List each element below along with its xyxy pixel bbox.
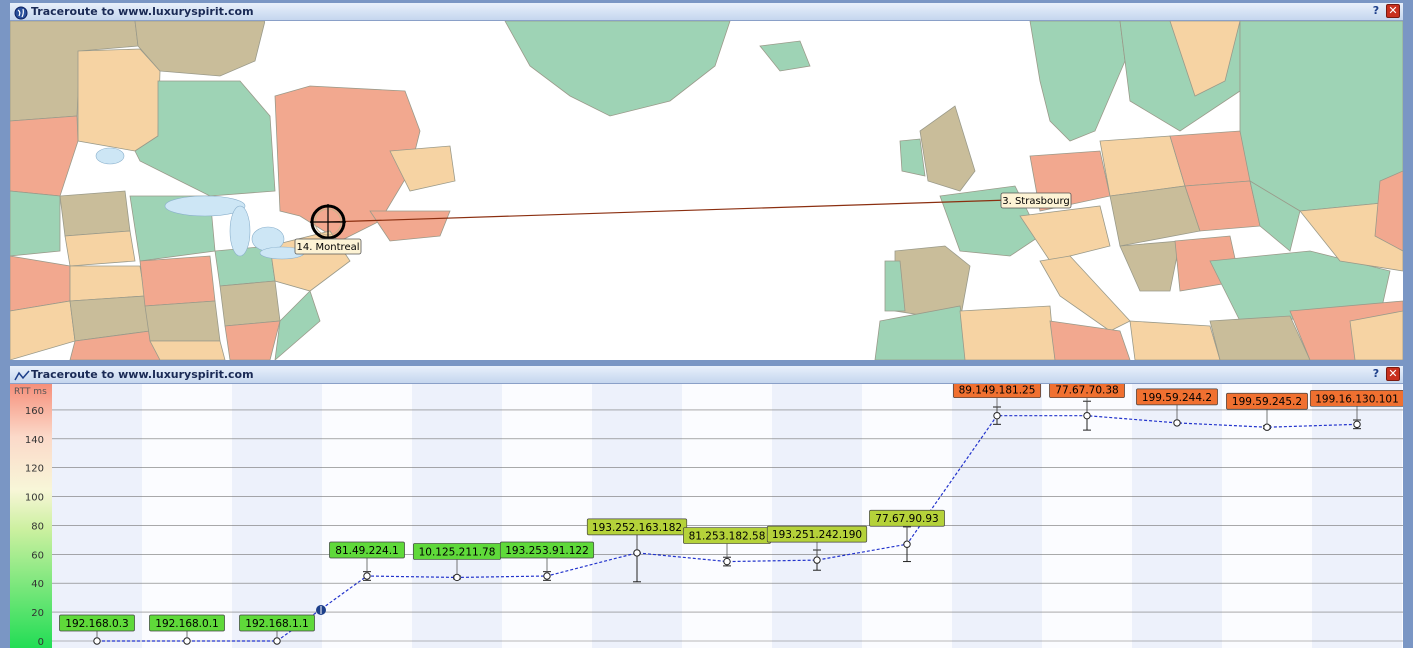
chart-titlebar: Traceroute to www.luxuryspirit.com ? ✕ bbox=[10, 366, 1403, 384]
hop-column-band bbox=[232, 384, 322, 648]
hop-column-band bbox=[322, 384, 412, 648]
hop-ip-label: 192.168.1.1 bbox=[245, 618, 308, 630]
rtt-point[interactable] bbox=[453, 573, 461, 582]
hop-column-band bbox=[592, 384, 682, 648]
y-tick-label: 20 bbox=[31, 608, 44, 619]
y-tick-label: 100 bbox=[25, 493, 44, 504]
hop-column-band bbox=[502, 384, 592, 648]
marker-strasbourg-label: 3. Strasbourg bbox=[1002, 196, 1070, 207]
hop-ip-label: 192.168.0.1 bbox=[155, 618, 218, 630]
hop-column-band bbox=[142, 384, 232, 648]
map-window: Traceroute to www.luxuryspirit.com ? ✕ 1… bbox=[10, 3, 1403, 360]
rtt-point[interactable] bbox=[1173, 419, 1181, 427]
y-tick-label: 120 bbox=[25, 464, 44, 475]
hop-column-band bbox=[772, 384, 862, 648]
y-tick-label: 40 bbox=[31, 579, 44, 590]
y-tick-label: 0 bbox=[38, 637, 44, 648]
chart-line-icon bbox=[14, 368, 30, 382]
marker-strasbourg[interactable]: 3. Strasbourg bbox=[1000, 192, 1072, 209]
rtt-point[interactable] bbox=[93, 637, 101, 645]
world-map[interactable]: 14. Montreal 3. Strasbourg bbox=[10, 21, 1403, 360]
y-tick-label: 60 bbox=[31, 550, 44, 561]
rtt-point[interactable] bbox=[903, 540, 911, 548]
y-axis-label: RTT ms bbox=[14, 387, 47, 397]
hop-ip-label: 81.49.224.1 bbox=[335, 545, 398, 557]
rtt-point[interactable] bbox=[1263, 423, 1271, 431]
rtt-point[interactable] bbox=[363, 572, 371, 580]
hop-ip-label: 199.59.244.2 bbox=[1142, 392, 1212, 404]
rtt-chart[interactable]: RTT ms 0 20 40 60 80 100 120 140 160 192.168.0.3… bbox=[10, 384, 1403, 648]
chart-close-button[interactable]: ✕ bbox=[1386, 367, 1400, 381]
rtt-point[interactable] bbox=[543, 572, 551, 580]
hop-ip-label: 77.67.90.93 bbox=[875, 513, 938, 525]
north-america-landmass bbox=[10, 21, 456, 360]
rtt-point[interactable] bbox=[1083, 411, 1091, 420]
map-titlebar: Traceroute to www.luxuryspirit.com ? ✕ bbox=[10, 3, 1403, 21]
africa-landmass bbox=[874, 300, 1403, 360]
hop-ip-label: 81.253.182.58 bbox=[689, 531, 766, 543]
hop-column-band bbox=[52, 384, 142, 648]
map-canvas: 14. Montreal 3. Strasbourg bbox=[10, 21, 1403, 360]
chart-help-button[interactable]: ? bbox=[1369, 367, 1383, 381]
rtt-point[interactable] bbox=[633, 549, 641, 557]
y-tick-label: 80 bbox=[31, 521, 44, 532]
hop-ip-label: 199.59.245.2 bbox=[1232, 396, 1302, 408]
hop-ip-label: 10.125.211.78 bbox=[419, 546, 496, 558]
rtt-point[interactable] bbox=[183, 637, 191, 645]
chart-window: Traceroute to www.luxuryspirit.com ? ✕ R… bbox=[10, 366, 1403, 648]
hop-column-band bbox=[1402, 384, 1403, 648]
rtt-point[interactable] bbox=[723, 557, 731, 566]
y-tick-label: 140 bbox=[25, 435, 44, 446]
route-line bbox=[327, 198, 1041, 223]
rtt-chart-canvas: RTT ms 0 20 40 60 80 100 120 140 160 192.168.0.3… bbox=[10, 384, 1403, 648]
hop-ip-label: 192.168.0.3 bbox=[65, 618, 128, 630]
rtt-point[interactable] bbox=[273, 637, 281, 645]
globe-icon bbox=[14, 5, 28, 19]
rtt-point[interactable] bbox=[1353, 420, 1361, 429]
rtt-point[interactable] bbox=[813, 556, 821, 564]
chart-window-title: Traceroute to www.luxuryspirit.com bbox=[31, 368, 254, 381]
map-help-button[interactable]: ? bbox=[1369, 4, 1383, 18]
rtt-point[interactable] bbox=[993, 411, 1001, 420]
map-window-title: Traceroute to www.luxuryspirit.com bbox=[31, 5, 254, 18]
y-tick-label: 160 bbox=[25, 406, 44, 417]
europe-landmass bbox=[884, 21, 1403, 332]
hop-ip-label: 199.16.130.101 bbox=[1315, 393, 1399, 405]
hop-ip-label: 193.251.242.190 bbox=[772, 529, 862, 541]
drag-handle-icon[interactable] bbox=[316, 605, 326, 615]
greenland bbox=[504, 21, 811, 117]
hop-ip-label: 193.253.91.122 bbox=[505, 545, 589, 557]
hop-ip-label: 77.67.70.38 bbox=[1055, 385, 1118, 397]
hop-column-band bbox=[412, 384, 502, 648]
hop-column-band bbox=[682, 384, 772, 648]
marker-montreal[interactable]: 14. Montreal bbox=[294, 238, 362, 255]
hop-ip-label: 89.149.181.25 bbox=[959, 385, 1036, 397]
map-close-button[interactable]: ✕ bbox=[1386, 4, 1400, 18]
marker-montreal-label: 14. Montreal bbox=[296, 242, 359, 253]
hop-ip-label: 193.252.163.182 bbox=[592, 522, 682, 534]
